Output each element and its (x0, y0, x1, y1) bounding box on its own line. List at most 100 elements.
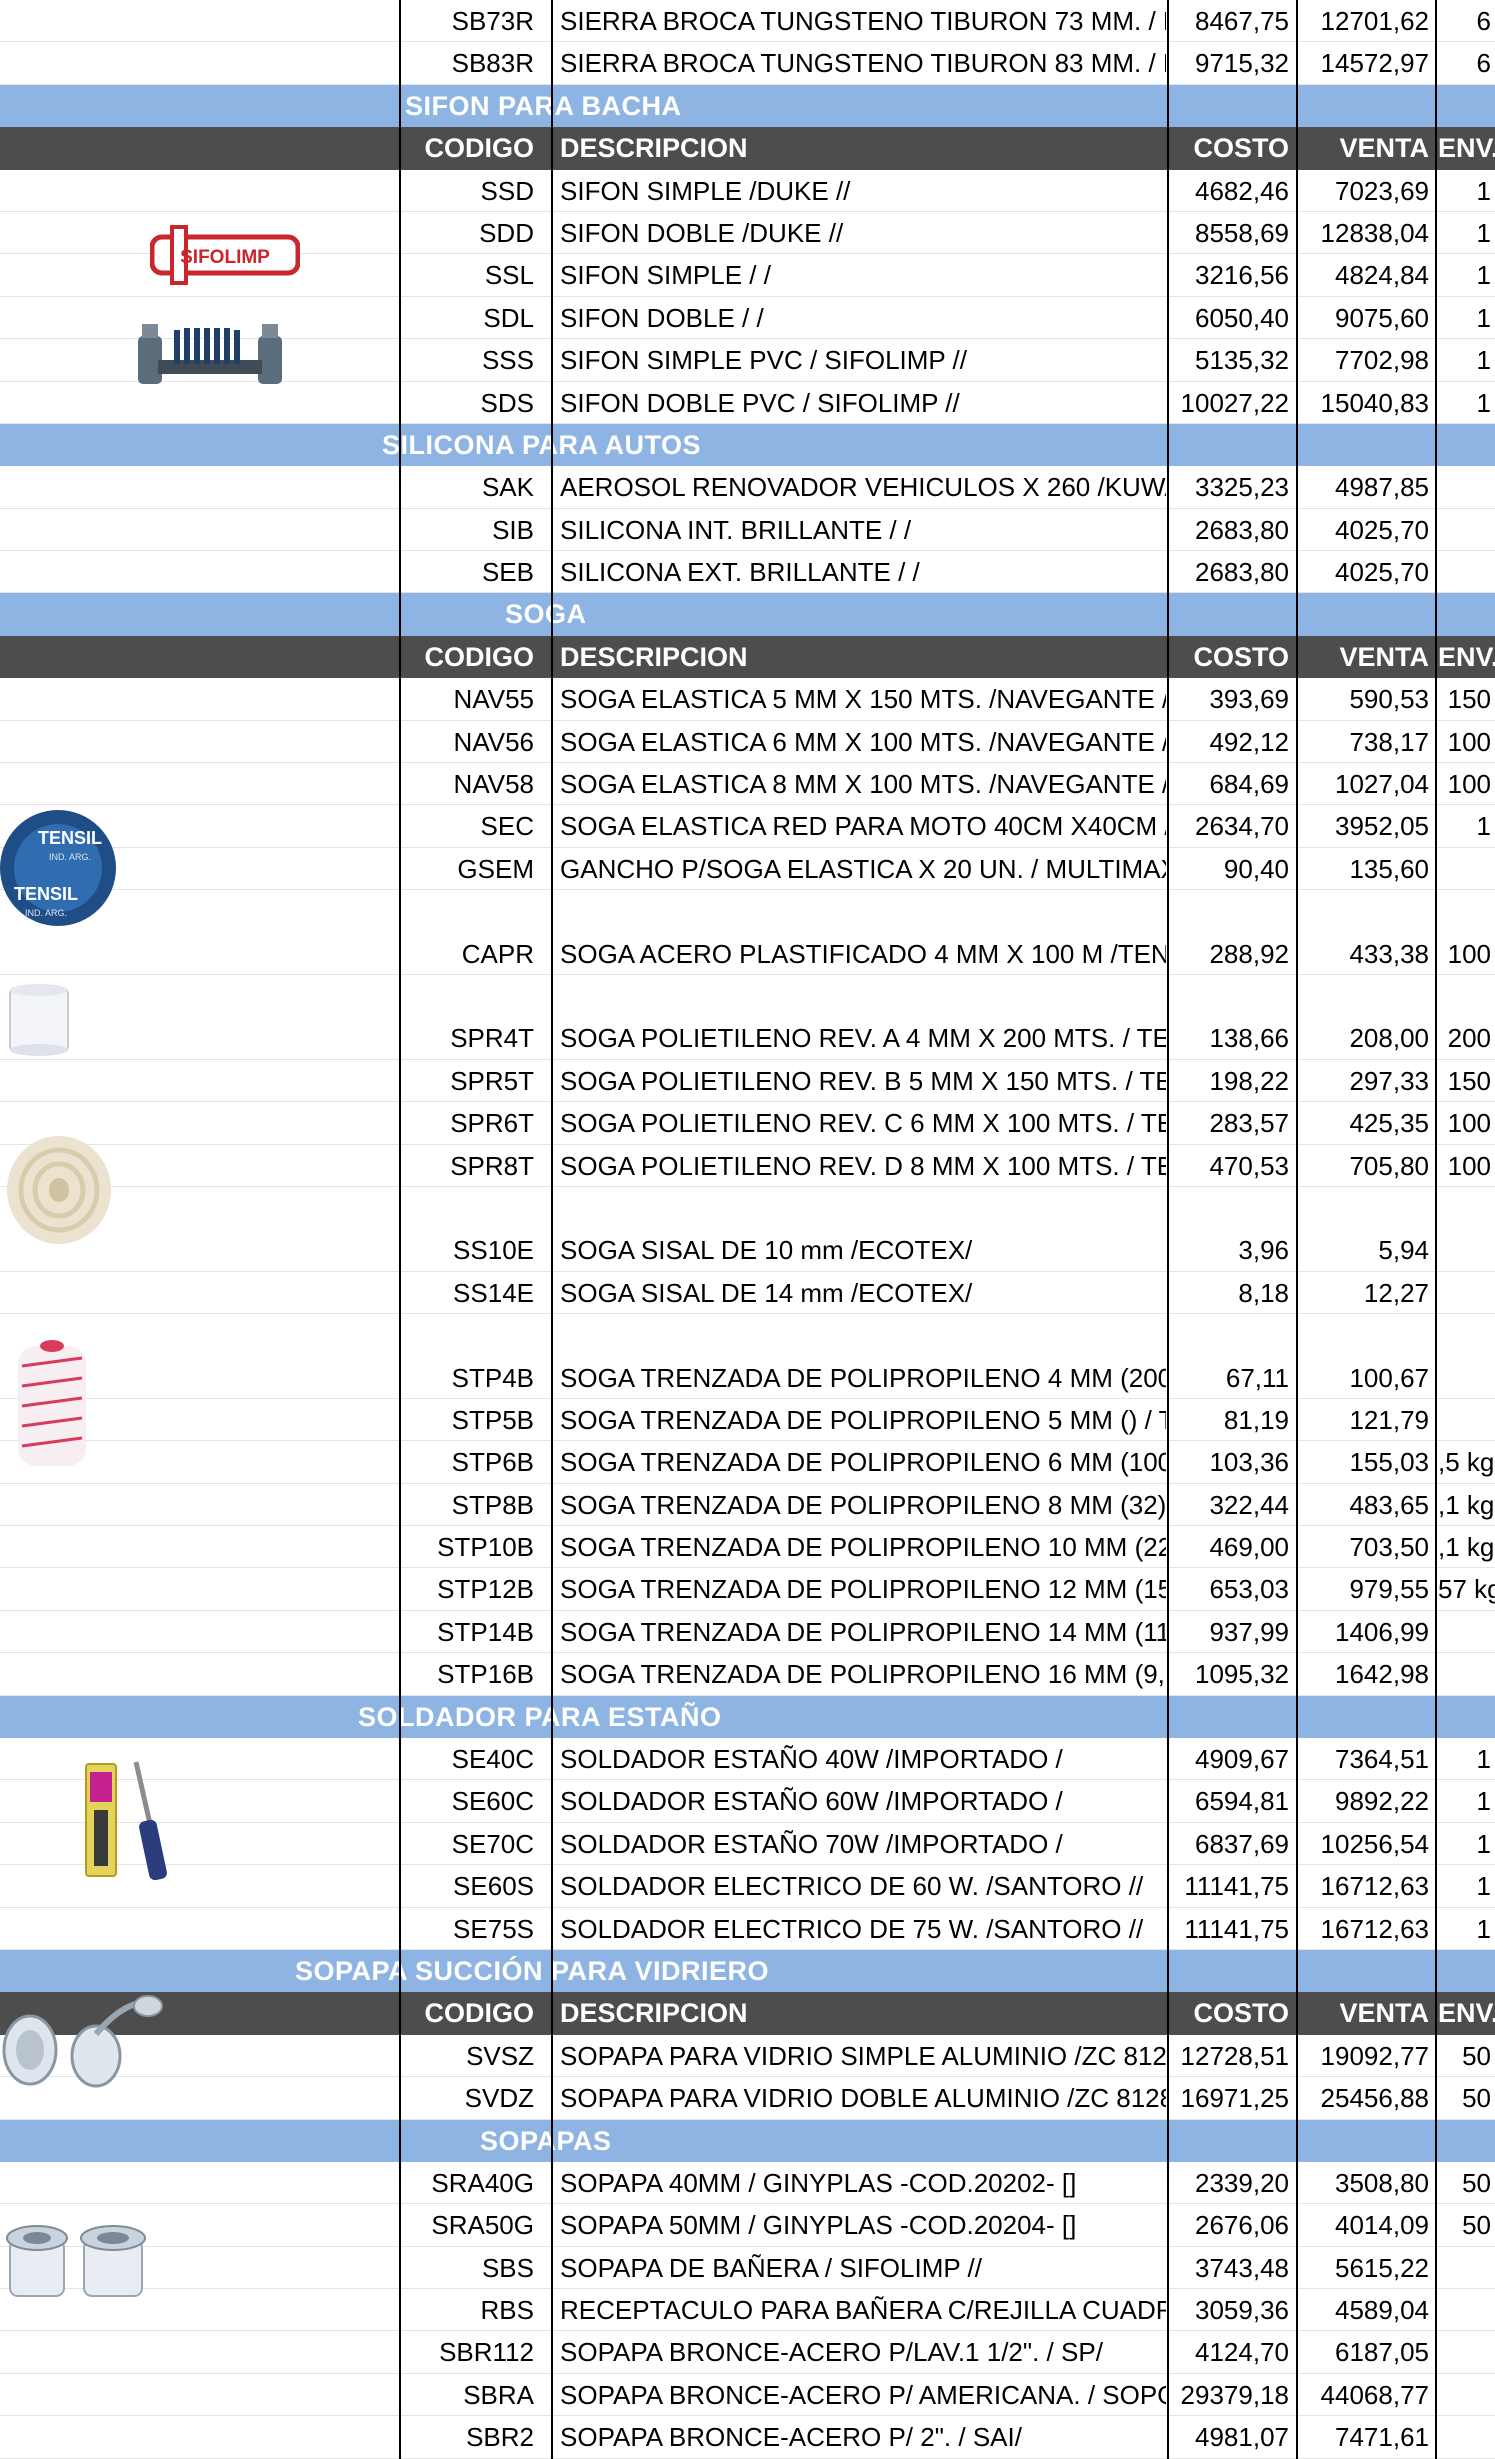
cell-cost: 4909,67 (1195, 1744, 1289, 1775)
table-row: SSD SIFON SIMPLE /DUKE // 4682,46 7023,69 1 (0, 170, 1495, 212)
cell-code: SRA50G (431, 2210, 534, 2241)
section-header: SILICONA PARA AUTOS (0, 423, 1495, 467)
cell-code: SAK (481, 472, 534, 503)
cell-env: 50 (1462, 2040, 1491, 2071)
cell-sell: 425,35 (1349, 1108, 1429, 1139)
soga-trenzada-spool-image (18, 1340, 86, 1466)
grid-line-desc-right (1167, 0, 1169, 2459)
cell-sell: 3508,80 (1335, 2167, 1429, 2198)
cell-desc: SOGA ELASTICA RED PARA MOTO 40CM X40CM / (560, 811, 1166, 842)
soga-polietileno-coil-image (7, 1136, 111, 1244)
column-header-desc: DESCRIPCION (560, 641, 748, 672)
table-row: SEC SOGA ELASTICA RED PARA MOTO 40CM X40C… (0, 805, 1495, 848)
cell-desc: SOLDADOR ESTAÑO 40W /IMPORTADO / (560, 1744, 1063, 1775)
table-row: SE70C SOLDADOR ESTAÑO 70W /IMPORTADO / 683… (0, 1823, 1495, 1866)
cell-sell: 705,80 (1349, 1150, 1429, 1181)
table-row: SPR5T SOGA POLIETILENO REV. B 5 MM X 150 … (0, 1060, 1495, 1103)
cell-env (1438, 551, 1495, 592)
cell-env: 100 (1447, 1150, 1491, 1181)
table-row: STP14B SOGA TRENZADA DE POLIPROPILENO 14 … (0, 1611, 1495, 1654)
cell-code: GSEM (457, 853, 534, 884)
cell-desc: SOGA POLIETILENO REV. C 6 MM X 100 MTS. … (560, 1108, 1166, 1139)
cell-env: 100 (1447, 769, 1491, 800)
cell-sell: 9075,60 (1335, 302, 1429, 333)
cell-code: STP8B (451, 1489, 534, 1520)
cell-cost: 2676,06 (1195, 2210, 1289, 2241)
cell-cost: 3743,48 (1195, 2252, 1289, 2283)
cell-code: SPR6T (450, 1108, 534, 1139)
cell-cost: 2683,80 (1195, 514, 1289, 545)
column-header-sell: VENTA (1339, 641, 1429, 672)
cell-desc: SOPAPA BRONCE-ACERO P/LAV.1 1/2". / SP/ (560, 2337, 1103, 2368)
cell-sell: 155,03 (1349, 1447, 1429, 1478)
cell-desc: SOGA ELASTICA 6 MM X 100 MTS. /NAVEGANTE… (560, 726, 1166, 757)
cell-desc: SOGA SISAL DE 14 mm /ECOTEX/ (560, 1277, 973, 1308)
cell-desc: SOGA TRENZADA DE POLIPROPILENO 6 MM (100… (560, 1447, 1166, 1478)
cell-code: SPR5T (450, 1065, 534, 1096)
column-header-code: CODIGO (424, 133, 534, 164)
cell-desc: SOLDADOR ESTAÑO 70W /IMPORTADO / (560, 1828, 1063, 1859)
cell-cost: 9715,32 (1195, 48, 1289, 79)
cell-desc: SOGA ELASTICA 8 MM X 100 MTS. /NAVEGANTE… (560, 769, 1166, 800)
column-header-code: CODIGO (424, 641, 534, 672)
table-row: NAV55 SOGA ELASTICA 5 MM X 150 MTS. /NAVE… (0, 678, 1495, 721)
table-row: SB73R SIERRA BROCA TUNGSTENO TIBURON 73 M… (0, 0, 1495, 43)
column-header-desc: DESCRIPCION (560, 133, 748, 164)
table-row: SBS SOPAPA DE BAÑERA / SIFOLIMP // 3743,48… (0, 2247, 1495, 2290)
section-header: SIFON PARA BACHA (0, 84, 1495, 128)
cell-cost: 138,66 (1209, 1023, 1289, 1054)
cell-sell: 7364,51 (1335, 1744, 1429, 1775)
cell-env: 150 (1447, 1065, 1491, 1096)
cell-code: SDS (480, 387, 534, 418)
cell-desc: SIERRA BROCA TUNGSTENO TIBURON 73 MM. / … (560, 6, 1166, 36)
cell-desc: SIFON DOBLE /DUKE // (560, 217, 844, 248)
cell-env (1438, 1357, 1495, 1398)
cell-cost: 11141,75 (1184, 1913, 1289, 1944)
cell-sell: 4025,70 (1335, 557, 1429, 588)
cell-sell: 12701,62 (1320, 6, 1429, 36)
cell-code: SE40C (451, 1744, 534, 1775)
cell-env (1438, 1272, 1495, 1313)
cell-code: STP10B (437, 1532, 534, 1563)
cell-desc: SOGA POLIETILENO REV. D 8 MM X 100 MTS. … (560, 1150, 1166, 1181)
cell-code: NAV58 (453, 769, 534, 800)
cell-cost: 283,57 (1209, 1108, 1289, 1139)
table-row: STP12B SOGA TRENZADA DE POLIPROPILENO 12 … (0, 1568, 1495, 1611)
cell-env (1438, 2247, 1495, 2288)
cell-code: SS14E (453, 1277, 534, 1308)
svg-text:IND. ARG.: IND. ARG. (25, 908, 67, 918)
table-row: SS10E SOGA SISAL DE 10 mm /ECOTEX/3,96 5,9… (0, 1229, 1495, 1272)
cell-env: 1 (1476, 175, 1491, 206)
table-row: SE40C SOLDADOR ESTAÑO 40W /IMPORTADO / 490… (0, 1738, 1495, 1781)
cell-desc: SOGA TRENZADA DE POLIPROPILENO 12 MM (15… (560, 1574, 1166, 1605)
sopapa-vidriero-image (2, 1995, 163, 2088)
cell-code: NAV55 (453, 684, 534, 715)
column-header-cost: COSTO (1193, 641, 1289, 672)
cell-sell: 14572,97 (1320, 48, 1429, 79)
cell-sell: 4987,85 (1335, 472, 1429, 503)
cell-sell: 9892,22 (1335, 1786, 1429, 1817)
soldador-product-image (85, 1761, 167, 1881)
cell-cost: 11141,75 (1184, 1871, 1289, 1902)
cell-cost: 3,96 (1238, 1235, 1289, 1266)
cell-cost: 2634,70 (1195, 811, 1289, 842)
cell-sell: 1027,04 (1335, 769, 1429, 800)
cell-code: STP14B (437, 1616, 534, 1647)
cell-code: SSD (480, 175, 534, 206)
cell-desc: SOGA POLIETILENO REV. A 4 MM X 200 MTS. … (560, 1023, 1166, 1054)
sopapas-product-image (6, 2225, 146, 2297)
table-row: NAV56 SOGA ELASTICA 6 MM X 100 MTS. /NAVE… (0, 721, 1495, 764)
cell-sell: 16712,63 (1320, 1913, 1429, 1944)
table-row: SS14E SOGA SISAL DE 14 mm /ECOTEX/8,18 12,… (0, 1272, 1495, 1315)
cell-env: ,1 kg (1438, 1532, 1495, 1563)
cell-env: 6 (1476, 48, 1491, 79)
column-header-desc: DESCRIPCION (560, 1998, 748, 2029)
cell-desc: SOGA TRENZADA DE POLIPROPILENO 8 MM (32)… (560, 1489, 1166, 1520)
cell-code: SBS (481, 2252, 534, 2283)
table-row: SIB SILICONA INT. BRILLANTE / / 2683,80 402… (0, 509, 1495, 552)
cell-cost: 5135,32 (1195, 345, 1289, 376)
section-title: SOPAPA SUCCIÓN PARA VIDRIERO (295, 1955, 770, 1986)
section-title: SOPAPAS (480, 2125, 612, 2156)
price-list-sheet: SIFOLIMP TENSIL IND. ARG. TENSIL IND. AR… (0, 0, 1495, 2459)
cell-desc: RECEPTACULO PARA BAÑERA C/REJILLA CUADRA… (560, 2295, 1166, 2326)
